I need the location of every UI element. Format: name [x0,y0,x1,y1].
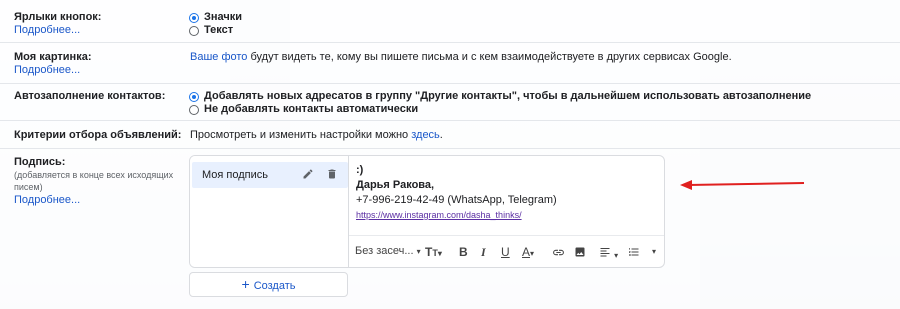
signature-list-item[interactable]: Моя подпись [192,162,348,188]
italic-icon[interactable]: I [481,245,486,260]
create-signature-button[interactable]: + Создать [189,272,348,297]
red-arrow-annotation [680,180,805,190]
ads-settings-link[interactable]: здесь [411,129,440,141]
create-label: Создать [253,280,296,292]
align-icon[interactable]: ▾ [599,246,618,261]
signature-instagram-link[interactable]: https://www.instagram.com/dasha_thinks/ [356,208,557,223]
setting-row-my-picture: Моя картинка: Подробнее... Ваше фото буд… [0,43,900,84]
setting-label: Автозаполнение контактов: [14,90,166,102]
setting-label: Ярлыки кнопок: [14,11,102,23]
underline-icon[interactable]: U [501,245,510,259]
learn-more-link[interactable]: Подробнее... [14,24,80,36]
ads-text: Просмотреть и изменить настройки можно [190,129,412,141]
radio-add-to-other-contacts[interactable] [189,92,199,102]
signature-list: Моя подпись [190,156,349,267]
setting-row-button-labels: Ярлыки кнопок: Подробнее... Значки Текст [0,0,900,43]
pencil-icon[interactable] [302,168,314,183]
learn-more-link[interactable]: Подробнее... [14,64,80,76]
ads-description: Просмотреть и изменить настройки можно з… [190,129,443,141]
radio-label-do-not-add: Не добавлять контакты автоматически [204,103,419,115]
font-select[interactable]: Без засеч... ▾ [355,245,421,257]
your-photo-link[interactable]: Ваше фото [190,51,247,63]
signature-content[interactable]: :) Дарья Ракова, +7-996-219-42-49 (Whats… [356,163,557,223]
radio-label-icons: Значки [204,11,243,23]
radio-text[interactable] [189,26,199,36]
signature-line: +7-996-219-42-49 (WhatsApp, Telegram) [356,194,557,206]
radio-do-not-add[interactable] [189,105,199,115]
radio-label-text: Текст [204,24,234,36]
signature-editor[interactable]: :) Дарья Ракова, +7-996-219-42-49 (Whats… [349,156,664,267]
signature-line: Дарья Ракова, [356,179,435,191]
font-select-value: Без засеч... [355,245,414,257]
text-color-glyph: A [522,245,531,259]
setting-label: Подпись: [14,156,66,168]
plus-icon: + [241,276,250,292]
ads-tail: . [439,129,443,141]
signature-name: Моя подпись [202,169,268,181]
setting-label: Моя картинка: [14,51,92,63]
settings-panel: Ярлыки кнопок: Подробнее... Значки Текст… [0,0,900,309]
more-formatting-icon[interactable]: ▾ [652,247,656,256]
chevron-down-icon: ▾ [416,247,421,256]
numbered-list-icon[interactable] [628,246,640,261]
learn-more-link[interactable]: Подробнее... [14,194,80,206]
my-picture-description: Ваше фото будут видеть те, кому вы пишет… [190,51,732,63]
radio-label-add: Добавлять новых адресатов в группу "Друг… [204,90,812,102]
trash-icon[interactable] [326,168,338,183]
my-picture-text: будут видеть те, кому вы пишете письма и… [247,51,732,63]
formatting-toolbar: Без засеч... ▾ TT▾ B I U A▾ ▾ ▾ [349,235,664,267]
text-color-icon[interactable]: A▾ [522,245,534,259]
text-size-icon[interactable]: TT▾ [425,245,442,259]
link-icon[interactable] [552,246,565,262]
setting-row-ads: Критерии отбора объявлений: Просмотреть … [0,121,900,149]
signature-line: :) [356,164,364,176]
signature-hint: (добавляется в конце всех исходящих писе… [14,170,174,192]
radio-icons[interactable] [189,13,199,23]
setting-label: Критерии отбора объявлений: [14,129,182,141]
signature-editor-box: Моя подпись :) Дарья Ракова, +7-996-219-… [189,155,665,268]
bold-icon[interactable]: B [459,245,468,259]
image-icon[interactable] [574,246,586,261]
setting-row-autocomplete: Автозаполнение контактов: Добавлять новы… [0,84,900,121]
